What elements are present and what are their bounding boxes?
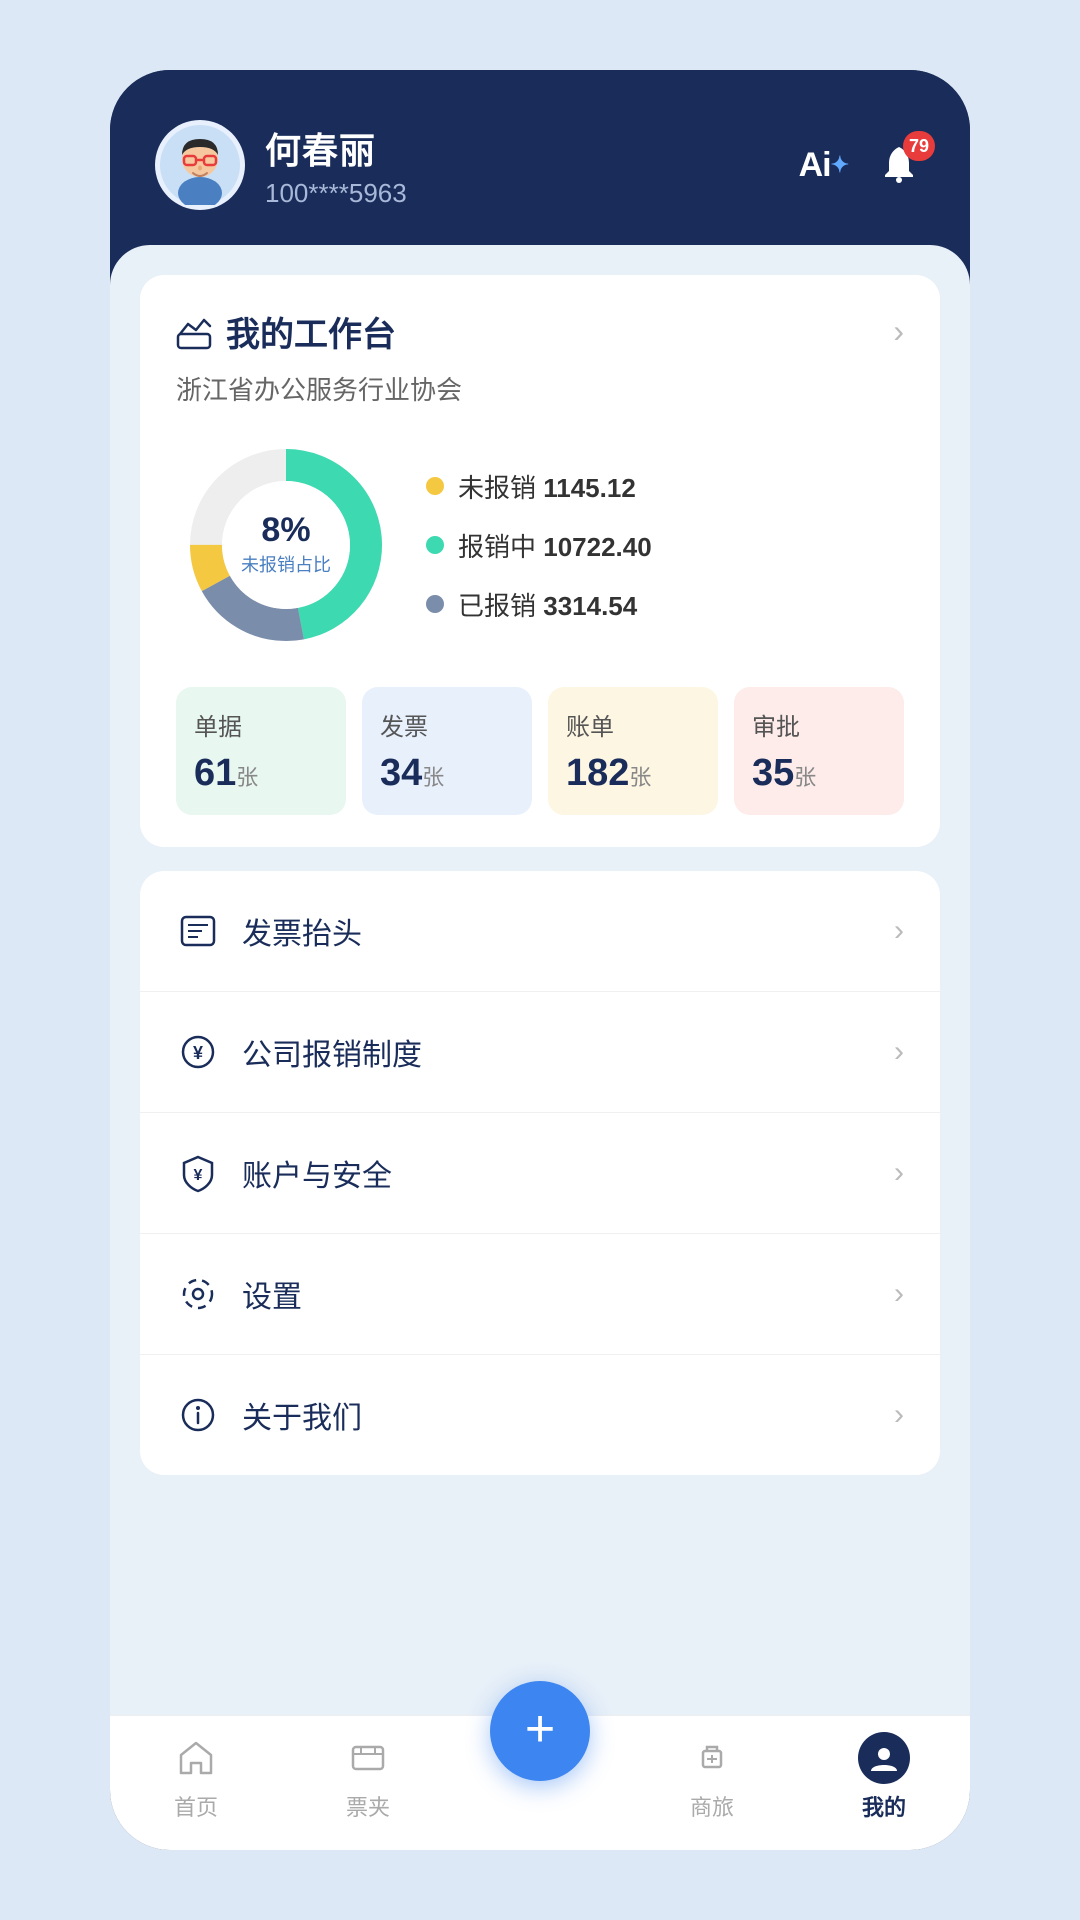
avatar[interactable] — [155, 120, 245, 210]
bottom-spacer — [140, 1499, 940, 1579]
user-info: 何春丽 100****5963 — [265, 122, 407, 209]
mine-avatar — [858, 1732, 910, 1784]
stat-card-bills[interactable]: 账单 182张 — [548, 687, 718, 815]
donut-percentage: 8% — [241, 513, 331, 547]
settings-chevron-icon: › — [894, 1277, 904, 1311]
notification-bell[interactable]: 79 — [873, 139, 925, 191]
workbench-card: 我的工作台 › 浙江省办公服务行业协会 — [140, 275, 940, 847]
menu-text-policy: 公司报销制度 — [242, 1030, 422, 1074]
nav-item-home[interactable]: 首页 — [110, 1732, 282, 1822]
security-icon: ¥ — [176, 1151, 220, 1195]
menu-text-settings: 设置 — [242, 1272, 302, 1316]
stat-label-approvals: 审批 — [752, 707, 886, 742]
workbench-icon — [176, 314, 212, 350]
stat-value-approvals: 35张 — [752, 752, 886, 795]
menu-left-about: 关于我们 — [176, 1393, 362, 1437]
stat-label-invoices: 发票 — [380, 707, 514, 742]
stat-card-invoices[interactable]: 发票 34张 — [362, 687, 532, 815]
svg-text:¥: ¥ — [194, 1167, 203, 1184]
menu-item-invoice-header[interactable]: 发票抬头 › — [140, 871, 940, 992]
header-left: 何春丽 100****5963 — [155, 120, 407, 210]
legend-item-reimbursed: 已报销 3314.54 — [426, 586, 652, 623]
nav-label-home: 首页 — [174, 1790, 218, 1822]
stats-row: 单据 61张 发票 34张 账单 182张 审批 35张 — [176, 687, 904, 815]
menu-item-about[interactable]: 关于我们 › — [140, 1355, 940, 1475]
about-icon — [176, 1393, 220, 1437]
stat-label-orders: 单据 — [194, 707, 328, 742]
legend-dot-green — [426, 536, 444, 554]
ai-label: Ai — [799, 146, 831, 185]
menu-text-security: 账户与安全 — [242, 1151, 392, 1195]
workbench-chevron[interactable]: › — [893, 313, 904, 350]
phone-frame: 何春丽 100****5963 Ai✦ 79 — [110, 70, 970, 1850]
menu-section: 发票抬头 › ¥ 公司报销制度 › — [140, 871, 940, 1475]
mine-icon — [858, 1732, 910, 1784]
policy-chevron-icon: › — [894, 1035, 904, 1069]
header: 何春丽 100****5963 Ai✦ 79 — [110, 70, 970, 245]
notification-badge: 79 — [903, 131, 935, 161]
stat-card-orders[interactable]: 单据 61张 — [176, 687, 346, 815]
stat-value-orders: 61张 — [194, 752, 328, 795]
menu-left-invoice: 发票抬头 — [176, 909, 362, 953]
nav-label-mine: 我的 — [862, 1790, 906, 1822]
header-right: Ai✦ 79 — [799, 139, 925, 191]
nav-item-mine[interactable]: 我的 — [798, 1732, 970, 1822]
menu-item-settings[interactable]: 设置 › — [140, 1234, 940, 1355]
card-header: 我的工作台 › — [176, 307, 904, 356]
legend-dot-yellow — [426, 477, 444, 495]
legend: 未报销 1145.12 报销中 10722.40 已报销 3314.54 — [426, 468, 652, 623]
user-id: 100****5963 — [265, 178, 407, 209]
bottom-nav: 首页 票夹 — [110, 1715, 970, 1850]
menu-left-security: ¥ 账户与安全 — [176, 1151, 392, 1195]
ai-star-icon: ✦ — [831, 152, 848, 178]
menu-text-invoice: 发票抬头 — [242, 909, 362, 953]
main-content: 我的工作台 › 浙江省办公服务行业协会 — [110, 245, 970, 1715]
legend-item-unreimbursed: 未报销 1145.12 — [426, 468, 652, 505]
nav-item-travel[interactable]: 商旅 — [626, 1732, 798, 1822]
tickets-icon — [342, 1732, 394, 1784]
svg-text:¥: ¥ — [193, 1043, 203, 1063]
company-name: 浙江省办公服务行业协会 — [176, 370, 904, 407]
travel-icon — [686, 1732, 738, 1784]
stat-value-bills: 182张 — [566, 752, 700, 795]
nav-item-tickets[interactable]: 票夹 — [282, 1732, 454, 1822]
user-name: 何春丽 — [265, 122, 407, 174]
legend-dot-gray — [426, 595, 444, 613]
chart-area: 8% 未报销占比 未报销 1145.12 报销中 10722.40 — [176, 435, 904, 655]
card-title: 我的工作台 — [176, 307, 396, 356]
invoice-chevron-icon: › — [894, 914, 904, 948]
home-icon — [170, 1732, 222, 1784]
policy-icon: ¥ — [176, 1030, 220, 1074]
nav-label-travel: 商旅 — [690, 1790, 734, 1822]
stat-value-invoices: 34张 — [380, 752, 514, 795]
menu-left-settings: 设置 — [176, 1272, 302, 1316]
donut-center: 8% 未报销占比 — [241, 513, 331, 577]
menu-text-about: 关于我们 — [242, 1393, 362, 1437]
donut-label: 未报销占比 — [241, 551, 331, 577]
menu-item-expense-policy[interactable]: ¥ 公司报销制度 › — [140, 992, 940, 1113]
menu-left-policy: ¥ 公司报销制度 — [176, 1030, 422, 1074]
settings-icon — [176, 1272, 220, 1316]
nav-label-tickets: 票夹 — [346, 1790, 390, 1822]
fab-plus-icon: + — [525, 1703, 555, 1755]
ai-button[interactable]: Ai✦ — [799, 146, 848, 185]
stat-card-approvals[interactable]: 审批 35张 — [734, 687, 904, 815]
security-chevron-icon: › — [894, 1156, 904, 1190]
donut-chart: 8% 未报销占比 — [176, 435, 396, 655]
about-chevron-icon: › — [894, 1398, 904, 1432]
stat-label-bills: 账单 — [566, 707, 700, 742]
legend-item-reimbursing: 报销中 10722.40 — [426, 527, 652, 564]
fab-add-button[interactable]: + — [490, 1681, 590, 1781]
menu-item-account-security[interactable]: ¥ 账户与安全 › — [140, 1113, 940, 1234]
invoice-icon — [176, 909, 220, 953]
